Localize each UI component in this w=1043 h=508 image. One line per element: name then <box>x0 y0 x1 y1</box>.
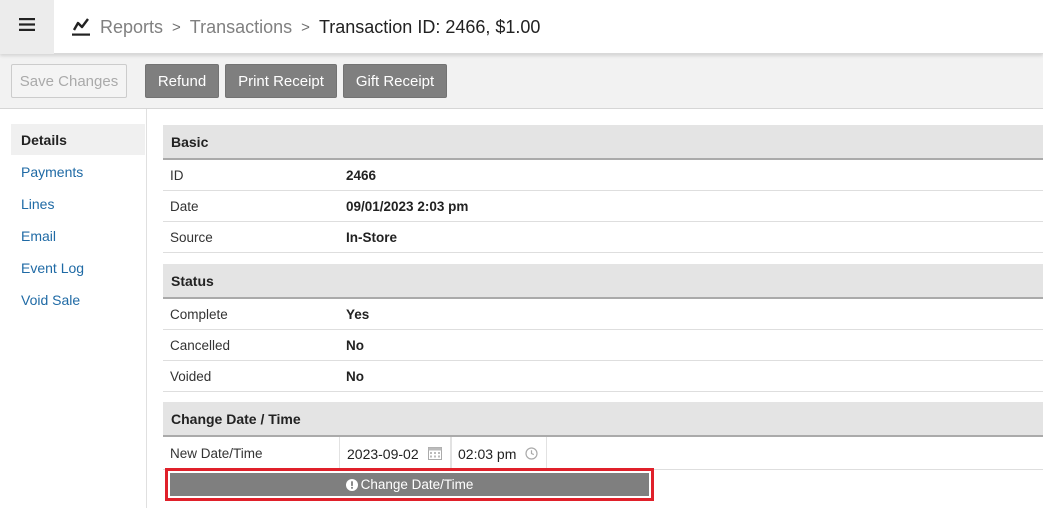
breadcrumb: Reports > Transactions > Transaction ID:… <box>72 0 540 54</box>
source-value: In-Store <box>346 229 398 245</box>
sidebar-item-email[interactable]: Email <box>11 220 145 251</box>
date-input[interactable]: 2023-09-02 <box>339 437 451 470</box>
status-row-cancelled: Cancelled No <box>163 330 1043 361</box>
detail-row-date: Date 09/01/2023 2:03 pm <box>163 191 1043 222</box>
calendar-icon[interactable] <box>428 446 442 460</box>
date-input-value: 2023-09-02 <box>347 445 419 462</box>
change-date-time-button-label: Change Date/Time <box>360 477 474 492</box>
exclamation-circle-icon <box>345 478 358 491</box>
action-toolbar: Save Changes Refund Print Receipt Gift R… <box>0 54 1043 109</box>
source-label: Source <box>170 229 213 245</box>
line-chart-icon <box>72 18 90 36</box>
breadcrumb-transactions[interactable]: Transactions <box>190 17 292 38</box>
id-label: ID <box>170 167 184 183</box>
complete-value: Yes <box>346 306 370 322</box>
detail-row-source: Source In-Store <box>163 222 1043 253</box>
sidebar-item-details[interactable]: Details <box>11 124 145 155</box>
print-receipt-button[interactable]: Print Receipt <box>225 64 337 98</box>
time-input-value: 02:03 pm <box>458 445 517 462</box>
section-header-basic: Basic <box>163 125 1043 160</box>
chevron-right-icon: > <box>301 18 310 36</box>
top-bar: Reports > Transactions > Transaction ID:… <box>0 0 1043 54</box>
voided-value: No <box>346 368 364 384</box>
date-value: 09/01/2023 2:03 pm <box>346 198 469 214</box>
cancelled-value: No <box>346 337 364 353</box>
change-date-time-button[interactable]: Change Date/Time <box>170 473 649 496</box>
new-date-time-label: New Date/Time <box>170 445 263 461</box>
gift-receipt-button[interactable]: Gift Receipt <box>343 64 447 98</box>
chevron-right-icon: > <box>172 18 181 36</box>
time-input[interactable]: 02:03 pm <box>451 437 547 470</box>
status-row-complete: Complete Yes <box>163 299 1043 330</box>
highlight-outline: Change Date/Time <box>165 468 654 501</box>
sidebar-item-void-sale[interactable]: Void Sale <box>11 284 145 315</box>
sidebar-item-event-log[interactable]: Event Log <box>11 252 145 283</box>
hamburger-menu-button[interactable] <box>0 0 54 54</box>
status-row-voided: Voided No <box>163 361 1043 392</box>
id-value: 2466 <box>346 167 377 183</box>
clock-icon[interactable] <box>525 447 538 460</box>
page-title: Transaction ID: 2466, $1.00 <box>318 16 541 37</box>
breadcrumb-reports[interactable]: Reports <box>100 17 163 38</box>
cancelled-label: Cancelled <box>170 337 231 353</box>
new-date-time-row: New Date/Time 2023-09-02 02:03 pm <box>163 437 1043 470</box>
sidebar-item-payments[interactable]: Payments <box>11 156 145 187</box>
date-label: Date <box>170 198 199 214</box>
section-header-change-date-time: Change Date / Time <box>163 402 1043 437</box>
save-changes-button[interactable]: Save Changes <box>11 64 127 98</box>
hamburger-icon <box>19 18 35 36</box>
sidebar-item-lines[interactable]: Lines <box>11 188 145 219</box>
detail-row-id: ID 2466 <box>163 160 1043 191</box>
refund-button[interactable]: Refund <box>145 64 219 98</box>
voided-label: Voided <box>170 368 212 384</box>
section-header-status: Status <box>163 264 1043 299</box>
complete-label: Complete <box>170 306 228 322</box>
sidebar: Details Payments Lines Email Event Log V… <box>0 109 147 508</box>
